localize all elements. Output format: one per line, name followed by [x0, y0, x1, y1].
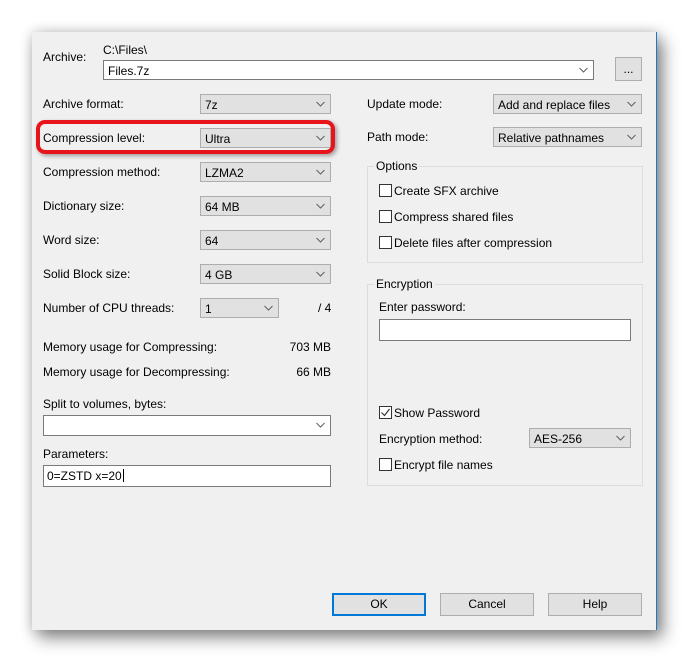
parameters-label: Parameters: [43, 447, 109, 461]
options-group-title: Options [374, 159, 420, 173]
compression-method-select[interactable]: LZMA2 [200, 162, 331, 182]
text-caret [122, 469, 124, 482]
encrypt-names-label: Encrypt file names [394, 458, 493, 472]
cpu-threads-label: Number of CPU threads: [43, 301, 175, 315]
chevron-down-icon [579, 66, 588, 74]
path-mode-label: Path mode: [367, 130, 429, 144]
path-mode-select[interactable]: Relative pathnames [493, 127, 642, 147]
browse-button[interactable]: ... [615, 57, 642, 81]
password-input[interactable] [379, 319, 631, 341]
memory-compress-value: 703 MB [289, 340, 331, 354]
update-mode-select[interactable]: Add and replace files [493, 94, 642, 114]
chevron-down-icon [616, 434, 625, 442]
split-volumes-combo[interactable] [43, 415, 331, 436]
split-volumes-label: Split to volumes, bytes: [43, 397, 167, 411]
encryption-method-select[interactable]: AES-256 [529, 428, 631, 448]
chevron-down-icon [627, 100, 636, 108]
compression-method-label: Compression method: [43, 165, 161, 179]
delete-after-checkbox[interactable] [379, 236, 392, 249]
chevron-down-icon [316, 270, 325, 278]
archive-path: C:\Files\ [103, 43, 148, 57]
compression-level-highlight [36, 120, 335, 154]
solid-block-size-value: 4 GB [205, 268, 233, 282]
chevron-down-icon [316, 100, 325, 108]
cpu-threads-max: / 4 [318, 301, 332, 315]
show-password-checkbox[interactable] [379, 406, 392, 419]
ok-button[interactable]: OK [332, 593, 426, 616]
word-size-value: 64 [205, 234, 219, 248]
chevron-down-icon [316, 168, 325, 176]
delete-after-label: Delete files after compression [394, 236, 553, 250]
solid-block-size-label: Solid Block size: [43, 267, 131, 281]
dictionary-size-value: 64 MB [205, 200, 240, 214]
chevron-down-icon [264, 304, 273, 312]
memory-compress-label: Memory usage for Compressing: [43, 340, 218, 354]
archive-format-value: 7z [205, 98, 218, 112]
compression-method-value: LZMA2 [205, 166, 244, 180]
compress-shared-checkbox[interactable] [379, 210, 392, 223]
memory-decompress-value: 66 MB [296, 365, 331, 379]
encryption-method-label: Encryption method: [379, 432, 483, 446]
update-mode-label: Update mode: [367, 97, 443, 111]
encryption-group-title: Encryption [374, 277, 435, 291]
chevron-down-icon [316, 236, 325, 244]
update-mode-value: Add and replace files [498, 98, 611, 112]
word-size-label: Word size: [43, 233, 100, 247]
memory-decompress-label: Memory usage for Decompressing: [43, 365, 230, 379]
compress-shared-label: Compress shared files [394, 210, 514, 224]
chevron-down-icon [627, 133, 636, 141]
chevron-down-icon [316, 202, 325, 210]
password-label: Enter password: [379, 300, 466, 314]
solid-block-size-select[interactable]: 4 GB [200, 264, 331, 284]
cpu-threads-select[interactable]: 1 [200, 298, 279, 318]
archive-label: Archive: [43, 50, 87, 64]
encrypt-names-checkbox[interactable] [379, 458, 392, 471]
dictionary-size-label: Dictionary size: [43, 199, 125, 213]
dictionary-size-select[interactable]: 64 MB [200, 196, 331, 216]
parameters-value: 0=ZSTD x=20 [47, 469, 122, 483]
archive-filename-value: Files.7z [108, 64, 150, 78]
archive-filename-combo[interactable]: Files.7z [103, 60, 594, 80]
archive-format-select[interactable]: 7z [200, 94, 331, 114]
cpu-threads-value: 1 [205, 302, 212, 316]
encryption-group: Encryption [367, 277, 643, 486]
encryption-method-value: AES-256 [534, 432, 583, 446]
chevron-down-icon [316, 421, 325, 429]
archive-format-label: Archive format: [43, 97, 124, 111]
create-sfx-checkbox[interactable] [379, 184, 392, 197]
word-size-select[interactable]: 64 [200, 230, 331, 250]
checkmark-icon [381, 408, 390, 417]
cancel-button[interactable]: Cancel [440, 593, 534, 616]
help-button[interactable]: Help [548, 593, 642, 616]
create-sfx-label: Create SFX archive [394, 184, 499, 198]
path-mode-value: Relative pathnames [498, 131, 605, 145]
parameters-input[interactable]: 0=ZSTD x=20 [43, 465, 331, 487]
show-password-label: Show Password [394, 406, 481, 420]
